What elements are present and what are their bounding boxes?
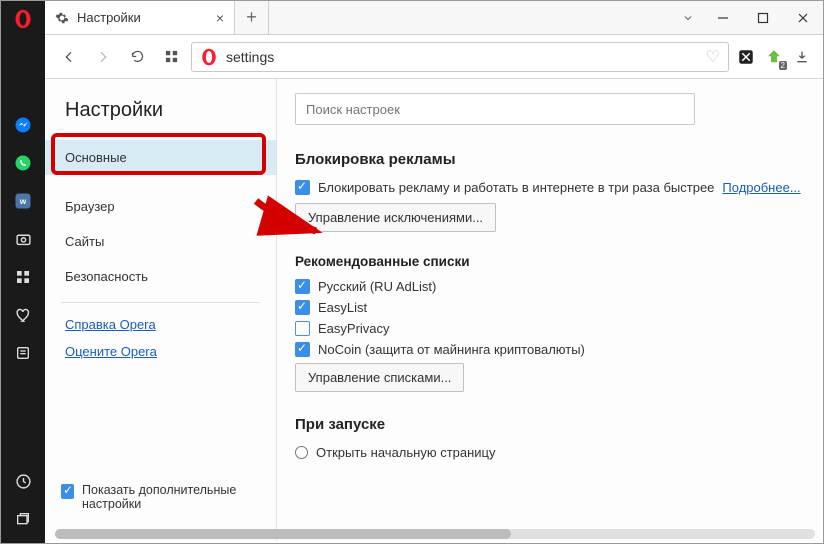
adblock-enable-checkbox[interactable] xyxy=(295,180,310,195)
whatsapp-icon[interactable] xyxy=(13,153,33,173)
nav-link-help[interactable]: Справка Opera xyxy=(45,311,276,338)
toolbar: ♡ 2 xyxy=(45,35,823,79)
settings-content: Настройки Основные Браузер Сайты Безопас… xyxy=(45,79,821,541)
vk-icon[interactable]: w xyxy=(13,191,33,211)
scrollbar-thumb[interactable] xyxy=(55,529,511,539)
forward-button[interactable] xyxy=(89,43,117,71)
close-window-button[interactable] xyxy=(783,1,823,35)
news-icon[interactable] xyxy=(13,343,33,363)
list-easyprivacy-checkbox[interactable] xyxy=(295,321,310,336)
opera-badge-icon xyxy=(200,48,218,66)
window-controls xyxy=(703,1,823,34)
tab-strip: Настройки × + xyxy=(45,1,823,35)
browser-left-rail: w xyxy=(1,1,45,543)
opera-menu-icon[interactable] xyxy=(13,9,33,29)
maximize-button[interactable] xyxy=(743,1,783,35)
reload-button[interactable] xyxy=(123,43,151,71)
list-easylist-checkbox[interactable] xyxy=(295,300,310,315)
manage-lists-button[interactable]: Управление списками... xyxy=(295,363,464,392)
list-nocoin-checkbox[interactable] xyxy=(295,342,310,357)
section-startup-title: При запуске xyxy=(295,416,803,433)
extension-icon-1[interactable] xyxy=(735,46,757,68)
recommended-lists-title: Рекомендованные списки xyxy=(295,254,803,269)
downloads-icon[interactable] xyxy=(791,46,813,68)
address-bar[interactable]: ♡ xyxy=(191,42,729,72)
gear-icon xyxy=(55,11,69,25)
nav-item-sites[interactable]: Сайты xyxy=(45,224,276,259)
bookmark-heart-icon[interactable]: ♡ xyxy=(706,47,720,67)
svg-text:w: w xyxy=(19,197,27,206)
startup-option-0[interactable]: Открыть начальную страницу xyxy=(295,445,803,460)
tab-settings[interactable]: Настройки × xyxy=(45,1,235,34)
tabs-icon[interactable] xyxy=(13,509,33,529)
settings-nav: Настройки Основные Браузер Сайты Безопас… xyxy=(45,79,277,541)
start-page-button[interactable] xyxy=(157,43,185,71)
show-extra-settings-input[interactable] xyxy=(61,484,74,499)
manage-exceptions-button[interactable]: Управление исключениями... xyxy=(295,203,496,232)
back-button[interactable] xyxy=(55,43,83,71)
adblock-enable-label: Блокировать рекламу и работать в интерне… xyxy=(318,180,714,195)
tab-title: Настройки xyxy=(77,10,141,25)
settings-pane: Блокировка рекламы Блокировать рекламу и… xyxy=(277,79,821,541)
nav-link-rate[interactable]: Оцените Opera xyxy=(45,338,276,365)
section-adblock-title: Блокировка рекламы xyxy=(295,151,803,168)
tab-menu-caret-icon[interactable] xyxy=(673,1,703,34)
adblock-more-link[interactable]: Подробнее... xyxy=(722,180,800,195)
close-icon[interactable]: × xyxy=(216,10,224,26)
show-extra-settings-checkbox[interactable]: Показать дополнительные настройки xyxy=(61,483,266,511)
settings-search-input[interactable] xyxy=(295,93,695,125)
speed-dial-icon[interactable] xyxy=(13,267,33,287)
horizontal-scrollbar[interactable] xyxy=(55,529,815,539)
heart-icon[interactable] xyxy=(13,305,33,325)
settings-header: Настройки xyxy=(45,93,276,140)
minimize-button[interactable] xyxy=(703,1,743,35)
new-tab-button[interactable]: + xyxy=(235,1,269,34)
snapshot-icon[interactable] xyxy=(13,229,33,249)
nav-item-browser[interactable]: Браузер xyxy=(45,189,276,224)
nav-item-basic[interactable]: Основные xyxy=(45,140,276,175)
list-ru-adlist-checkbox[interactable] xyxy=(295,279,310,294)
address-input[interactable] xyxy=(226,49,706,65)
extension-icon-2[interactable]: 2 xyxy=(763,46,785,68)
messenger-icon[interactable] xyxy=(13,115,33,135)
adblock-enable-row: Блокировать рекламу и работать в интерне… xyxy=(295,180,803,195)
nav-item-security[interactable]: Безопасность xyxy=(45,259,276,294)
history-icon[interactable] xyxy=(13,471,33,491)
startup-radio-0[interactable] xyxy=(295,446,308,459)
